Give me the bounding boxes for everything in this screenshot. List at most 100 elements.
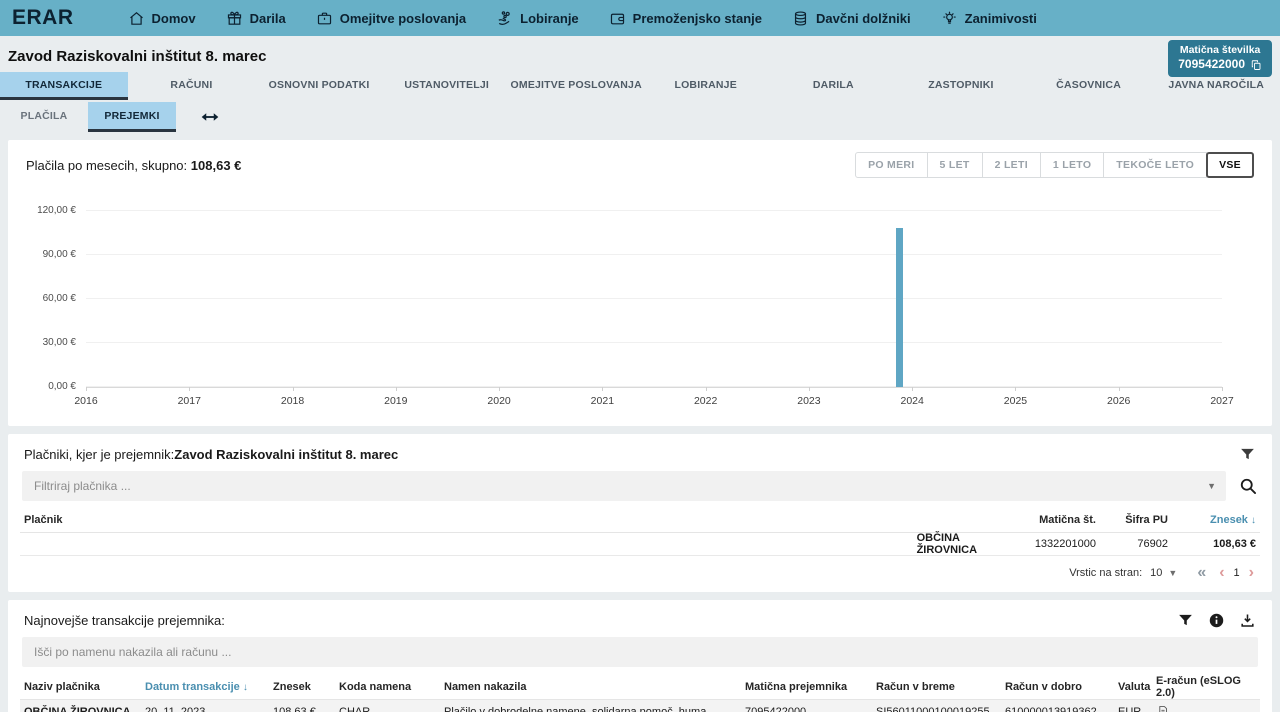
chart-x-tick-label: 2021 <box>590 395 615 407</box>
chart-title: Plačila po mesecih, skupno: 108,63 € <box>26 158 241 173</box>
nav-item-lobiranje[interactable]: Lobiranje <box>496 10 579 27</box>
payers-heading-name: Zavod Raziskovalni inštitut 8. marec <box>174 447 399 462</box>
chart-gridline <box>86 297 1222 299</box>
transactions-card: Najnovejše transakcije prejemnika: Naziv… <box>8 600 1272 712</box>
info-icon[interactable] <box>1208 612 1225 629</box>
page-title: Zavod Raziskovalni inštitut 8. marec <box>8 48 267 65</box>
copy-icon[interactable] <box>1250 59 1262 71</box>
transactions-heading: Najnovejše transakcije prejemnika: <box>24 613 225 628</box>
filter-icon[interactable] <box>1239 446 1256 463</box>
nav-item-label: Davčni dolžniki <box>816 10 911 26</box>
transaction-date: 20. 11. 2023 <box>145 705 206 712</box>
chart-y-tick-label: 120,00 € <box>37 204 76 216</box>
column-header-naziv-placnika[interactable]: Naziv plačnika <box>24 681 145 693</box>
transaction-debit-account: SI56011000100019255 <box>876 705 990 712</box>
gift-icon <box>226 10 243 27</box>
column-header-racun-v-breme[interactable]: Račun v breme <box>876 681 1005 693</box>
column-header-racun-v-dobro[interactable]: Račun v dobro <box>1005 681 1118 693</box>
transaction-search-input[interactable] <box>22 645 1258 659</box>
search-icon[interactable] <box>1238 476 1258 496</box>
registration-number-badge[interactable]: Matična številka 7095422000 <box>1168 40 1272 78</box>
chart-x-tick <box>1118 387 1120 391</box>
column-header-e-racun[interactable]: E-račun (eSLOG 2.0) <box>1156 675 1256 699</box>
chart-x-tick <box>705 387 707 391</box>
registration-number-value: 7095422000 <box>1178 57 1245 72</box>
chart-x-tick-label: 2017 <box>177 395 201 407</box>
chevron-down-icon[interactable]: ▼ <box>1207 481 1216 491</box>
payments-chart-card: Plačila po mesecih, skupno: 108,63 € PO … <box>8 140 1272 426</box>
payer-registration-number: 1332201000 <box>1034 538 1096 550</box>
nav-item-davcni-dolzniki[interactable]: Davčni dolžniki <box>792 10 911 27</box>
nav-item-darila[interactable]: Darila <box>226 10 286 27</box>
chart-x-tick-label: 2023 <box>797 395 821 407</box>
range-button-1-leto[interactable]: 1 LETO <box>1039 152 1105 178</box>
payer-table-row[interactable]: OBČINA ŽIROVNICA 1332201000 76902 108,63… <box>20 532 1260 556</box>
swap-direction-icon[interactable] <box>200 109 220 125</box>
briefcase-icon <box>316 10 333 27</box>
column-header-maticna-prejemnika[interactable]: Matična prejemnika <box>745 681 876 693</box>
current-page-number: 1 <box>1233 567 1240 579</box>
tab-lobiranje[interactable]: LOBIRANJE <box>642 72 770 100</box>
tab-omejitve-poslovanja[interactable]: OMEJITVE POSLOVANJA <box>511 72 642 100</box>
column-header-valuta[interactable]: Valuta <box>1118 681 1156 693</box>
payer-filter-input[interactable] <box>22 479 1226 493</box>
transaction-table-row[interactable]: OBČINA ŽIROVNICA 20. 11. 2023 108,63 € C… <box>20 700 1260 712</box>
tab-zastopniki[interactable]: ZASTOPNIKI <box>897 72 1025 100</box>
column-header-maticna[interactable]: Matična št. <box>1001 514 1096 526</box>
chart-title-prefix: Plačila po mesecih, skupno: <box>26 157 188 173</box>
erar-logo[interactable]: ERAR <box>12 6 74 30</box>
subtab-placila[interactable]: PLAČILA <box>0 102 88 132</box>
tab-casovnica[interactable]: ČASOVNICA <box>1025 72 1153 100</box>
nav-item-zanimivosti[interactable]: Zanimivosti <box>941 10 1037 27</box>
chart-gridline <box>86 341 1222 343</box>
rows-per-page-label: Vrstic na stran: <box>1069 567 1143 579</box>
payer-amount: 108,63 € <box>1213 538 1256 550</box>
payer-name: OBČINA ŽIROVNICA <box>916 532 978 556</box>
payers-heading: Plačniki, kjer je prejemnik:Zavod Razisk… <box>24 447 398 462</box>
range-button-2-leti[interactable]: 2 LETI <box>981 152 1041 178</box>
transaction-purpose-code: CHAR <box>339 705 371 712</box>
column-header-sifra-pu[interactable]: Šifra PU <box>1096 514 1168 526</box>
next-page-icon[interactable]: › <box>1249 565 1254 581</box>
column-header-znesek[interactable]: Znesek <box>273 681 339 693</box>
tab-racuni[interactable]: RAČUNI <box>128 72 256 100</box>
nav-item-domov[interactable]: Domov <box>128 10 196 27</box>
chart-range-buttons: PO MERI 5 LET 2 LETI 1 LETO TEKOČE LETO … <box>855 152 1254 178</box>
rows-per-page-value[interactable]: 10 <box>1150 567 1162 579</box>
tab-transakcije[interactable]: TRANSAKCIJE <box>0 72 128 100</box>
column-header-placnik[interactable]: Plačnik <box>24 514 1001 526</box>
range-button-vse[interactable]: VSE <box>1206 152 1254 178</box>
download-icon[interactable] <box>1239 612 1256 629</box>
e-invoice-document-icon[interactable] <box>1156 704 1256 712</box>
chart-gridline <box>86 386 1222 387</box>
range-button-po-meri[interactable]: PO MERI <box>855 152 928 178</box>
payers-heading-prefix: Plačniki, kjer je prejemnik: <box>24 447 175 462</box>
nav-item-premozenjsko-stanje[interactable]: Premoženjsko stanje <box>609 10 762 27</box>
column-header-znesek[interactable]: Znesek ↓ <box>1168 514 1256 526</box>
column-header-koda-namena[interactable]: Koda namena <box>339 681 444 693</box>
previous-page-icon[interactable]: ‹ <box>1219 565 1224 581</box>
tab-osnovni-podatki[interactable]: OSNOVNI PODATKI <box>255 72 383 100</box>
wallet-icon <box>609 10 626 27</box>
subtab-prejemki[interactable]: PREJEMKI <box>88 102 176 132</box>
chart-x-tick-label: 2018 <box>280 395 305 407</box>
payments-bar-chart: 0,00 € 30,00 € 60,00 € 90,00 € 120,00 € 2016 2… <box>37 202 1234 407</box>
range-button-5-let[interactable]: 5 LET <box>926 152 983 178</box>
chart-bar <box>895 227 903 387</box>
chart-x-tick-label: 2026 <box>1107 395 1131 407</box>
tab-darila[interactable]: DARILA <box>770 72 898 100</box>
range-button-tekoce-leto[interactable]: TEKOČE LETO <box>1103 152 1208 178</box>
nav-item-label: Darila <box>249 10 286 26</box>
first-page-icon[interactable]: « <box>1197 565 1206 581</box>
payer-filter-box: ▼ <box>22 471 1226 501</box>
nav-item-omejitve-poslovanja[interactable]: Omejitve poslovanja <box>316 10 466 27</box>
column-header-namen-nakazila[interactable]: Namen nakazila <box>444 681 745 693</box>
filter-icon[interactable] <box>1177 612 1194 629</box>
column-header-datum-transakcije[interactable]: Datum transakcije ↓ <box>145 681 273 693</box>
lobbying-icon <box>496 10 513 27</box>
chart-x-tick-label: 2024 <box>900 395 924 407</box>
payers-table-header: Plačnik Matična št. Šifra PU Znesek ↓ <box>20 509 1260 533</box>
tab-ustanovitelji[interactable]: USTANOVITELJI <box>383 72 511 100</box>
rows-per-page-caret-icon[interactable]: ▼ <box>1168 568 1177 578</box>
chart-y-tick-label: 90,00 € <box>42 248 76 260</box>
